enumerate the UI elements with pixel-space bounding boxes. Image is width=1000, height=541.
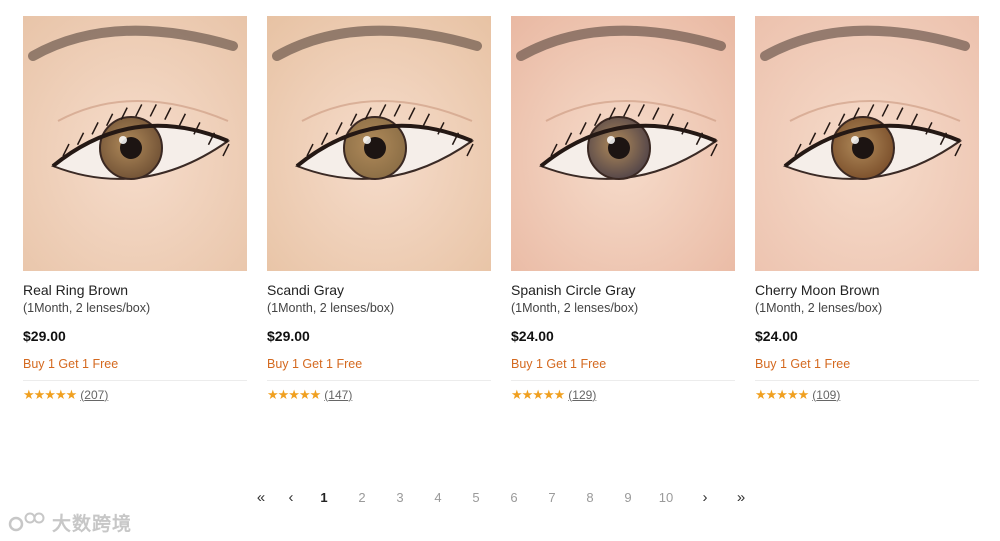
product-image[interactable] <box>267 16 491 271</box>
product-card[interactable]: Real Ring Brown (1Month, 2 lenses/box) $… <box>23 16 247 402</box>
pagination: « ‹ 1 2 3 4 5 6 7 8 9 10 › » <box>246 488 766 508</box>
product-price: $29.00 <box>267 328 310 344</box>
page-4[interactable]: 4 <box>426 488 450 508</box>
product-name[interactable]: Scandi Gray <box>267 282 344 298</box>
product-card[interactable]: Cherry Moon Brown (1Month, 2 lenses/box)… <box>755 16 979 402</box>
review-count-link[interactable]: (109) <box>812 388 840 402</box>
star-rating-icon: ★★★★★ <box>267 387 321 402</box>
review-count[interactable]: 109 <box>816 388 836 402</box>
product-name[interactable]: Spanish Circle Gray <box>511 282 636 298</box>
watermark-logo-icon <box>8 512 45 532</box>
review-count[interactable]: 147 <box>328 388 348 402</box>
last-page-icon[interactable]: » <box>729 488 753 508</box>
product-pack-info: (1Month, 2 lenses/box) <box>755 301 883 315</box>
divider <box>511 380 735 381</box>
rating: ★★★★★ (207) <box>23 387 108 403</box>
page-5[interactable]: 5 <box>464 488 488 508</box>
review-count[interactable]: 207 <box>84 388 104 402</box>
first-page-icon[interactable]: « <box>249 488 273 508</box>
rating: ★★★★★ (109) <box>755 387 840 403</box>
prev-page-icon[interactable]: ‹ <box>279 488 303 508</box>
product-price: $24.00 <box>755 328 798 344</box>
page-2[interactable]: 2 <box>350 488 374 508</box>
product-price: $29.00 <box>23 328 66 344</box>
next-page-icon[interactable]: › <box>693 488 717 508</box>
promo-label: Buy 1 Get 1 Free <box>23 357 119 371</box>
page-3[interactable]: 3 <box>388 488 412 508</box>
product-pack-info: (1Month, 2 lenses/box) <box>267 301 395 315</box>
review-count-link[interactable]: (147) <box>324 388 352 402</box>
review-count-link[interactable]: (129) <box>568 388 596 402</box>
page-6[interactable]: 6 <box>502 488 526 508</box>
product-card[interactable]: Scandi Gray (1Month, 2 lenses/box) $29.0… <box>267 16 491 402</box>
product-price: $24.00 <box>511 328 554 344</box>
product-name[interactable]: Real Ring Brown <box>23 282 128 298</box>
page-7[interactable]: 7 <box>540 488 564 508</box>
promo-label: Buy 1 Get 1 Free <box>755 357 851 371</box>
product-name[interactable]: Cherry Moon Brown <box>755 282 880 298</box>
star-rating-icon: ★★★★★ <box>755 387 809 402</box>
promo-label: Buy 1 Get 1 Free <box>267 357 363 371</box>
review-count[interactable]: 129 <box>572 388 592 402</box>
product-image[interactable] <box>511 16 735 271</box>
divider <box>23 380 247 381</box>
product-pack-info: (1Month, 2 lenses/box) <box>23 301 151 315</box>
star-rating-icon: ★★★★★ <box>23 387 77 402</box>
product-grid: Real Ring Brown (1Month, 2 lenses/box) $… <box>23 16 979 416</box>
rating: ★★★★★ (129) <box>511 387 596 403</box>
page-8[interactable]: 8 <box>578 488 602 508</box>
review-count-link[interactable]: (207) <box>80 388 108 402</box>
product-card[interactable]: Spanish Circle Gray (1Month, 2 lenses/bo… <box>511 16 735 402</box>
page-9[interactable]: 9 <box>616 488 640 508</box>
watermark-text: 大数跨境 <box>52 513 133 535</box>
watermark: 大数跨境 <box>8 509 132 535</box>
promo-label: Buy 1 Get 1 Free <box>511 357 607 371</box>
divider <box>267 380 491 381</box>
product-image[interactable] <box>755 16 979 271</box>
page-10[interactable]: 10 <box>654 488 678 508</box>
rating: ★★★★★ (147) <box>267 387 352 403</box>
product-pack-info: (1Month, 2 lenses/box) <box>511 301 639 315</box>
page-1[interactable]: 1 <box>312 488 336 508</box>
divider <box>755 380 979 381</box>
product-image[interactable] <box>23 16 247 271</box>
star-rating-icon: ★★★★★ <box>511 387 565 402</box>
